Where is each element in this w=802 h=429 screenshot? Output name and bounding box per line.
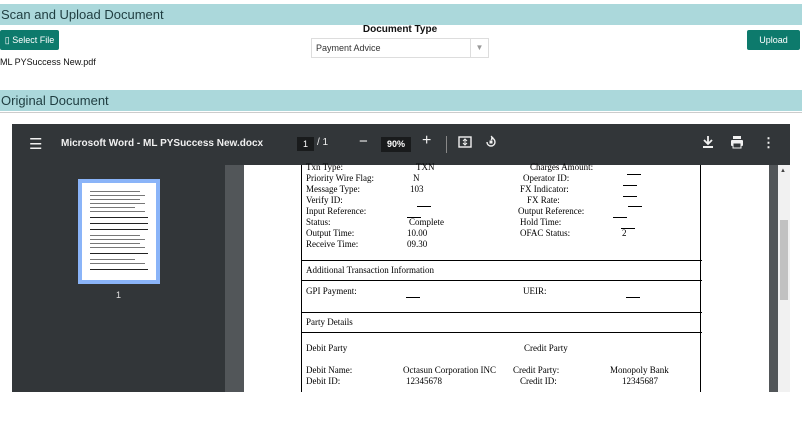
page-number-input[interactable]: 1 bbox=[297, 137, 314, 151]
field-label: Verify ID: bbox=[306, 195, 343, 205]
field-label: Output Reference: bbox=[518, 206, 585, 216]
field-label: FX Indicator: bbox=[520, 184, 569, 194]
field-value: Octasun Corporation INC bbox=[403, 365, 496, 375]
field-value: 2 bbox=[622, 228, 627, 238]
fit-page-icon[interactable] bbox=[458, 135, 472, 152]
field-value: 12345678 bbox=[406, 376, 442, 386]
field-value: 103 bbox=[410, 184, 424, 194]
page-total: / 1 bbox=[317, 137, 329, 148]
field-value: Complete bbox=[409, 217, 444, 227]
zoom-out-icon[interactable]: − bbox=[359, 133, 368, 150]
field-value: N bbox=[413, 173, 420, 183]
field-label: UEIR: bbox=[523, 286, 547, 296]
page-thumbnail[interactable] bbox=[78, 179, 160, 284]
more-options-icon[interactable]: ⋮ bbox=[762, 135, 775, 151]
print-icon[interactable] bbox=[730, 135, 744, 152]
field-value: 10.00 bbox=[407, 228, 428, 238]
select-file-button[interactable]: ▯ Select File bbox=[0, 30, 59, 50]
section-heading: Additional Transaction Information bbox=[306, 265, 434, 275]
thumbnail-page-number: 1 bbox=[116, 290, 122, 300]
thumbnail-sidebar: 1 bbox=[12, 165, 225, 392]
document-content: Txn Type: TXN Charges Amount: Priority W… bbox=[301, 162, 702, 392]
field-label: Receive Time: bbox=[306, 239, 359, 249]
upload-button[interactable]: Upload bbox=[747, 30, 800, 50]
document-type-value: Payment Advice bbox=[316, 43, 381, 53]
pdf-toolbar: ☰ Microsoft Word - ML PYSuccess New.docx… bbox=[12, 124, 790, 165]
field-label: Credit Party: bbox=[513, 365, 560, 375]
field-label: Charges Amount: bbox=[530, 162, 594, 172]
scan-upload-section-title: Scan and Upload Document bbox=[0, 4, 802, 25]
field-label: Input Reference: bbox=[306, 206, 367, 216]
zoom-level-input[interactable]: 90% bbox=[381, 137, 411, 152]
pdf-title: Microsoft Word - ML PYSuccess New.docx bbox=[61, 138, 264, 149]
document-type-label: Document Type bbox=[362, 24, 438, 35]
field-label: Debit ID: bbox=[306, 376, 341, 386]
toolbar-divider bbox=[446, 136, 447, 153]
subheading: Debit Party bbox=[306, 343, 348, 353]
field-label: Priority Wire Flag: bbox=[306, 173, 374, 183]
scrollbar-thumb[interactable] bbox=[780, 220, 788, 300]
field-label: Status: bbox=[306, 217, 331, 227]
menu-icon[interactable]: ☰ bbox=[29, 135, 42, 153]
scroll-up-icon[interactable]: ▲ bbox=[780, 168, 786, 174]
field-label: Credit ID: bbox=[520, 376, 557, 386]
field-value: Monopoly Bank bbox=[610, 365, 669, 375]
field-label: Debit Name: bbox=[306, 365, 353, 375]
zoom-in-icon[interactable]: + bbox=[422, 132, 431, 150]
section-heading: Party Details bbox=[306, 317, 353, 327]
original-document-section-title: Original Document bbox=[0, 90, 802, 111]
rotate-icon[interactable] bbox=[484, 135, 498, 152]
vertical-scrollbar[interactable]: ▲ bbox=[778, 165, 790, 392]
document-type-select[interactable]: Payment Advice ▼ bbox=[311, 38, 489, 58]
selected-filename: ML PYSuccess New.pdf bbox=[0, 57, 96, 67]
field-label: Message Type: bbox=[306, 184, 360, 194]
pdf-viewer[interactable]: ☰ Microsoft Word - ML PYSuccess New.docx… bbox=[12, 124, 790, 392]
subheading: Credit Party bbox=[524, 343, 568, 353]
field-label: Hold Time: bbox=[520, 217, 562, 227]
field-value: TXN bbox=[416, 162, 435, 172]
field-label: OFAC Status: bbox=[520, 228, 571, 238]
field-label: Output Time: bbox=[306, 228, 355, 238]
document-page: Txn Type: TXN Charges Amount: Priority W… bbox=[244, 162, 769, 392]
download-icon[interactable] bbox=[702, 135, 714, 152]
chevron-down-icon[interactable]: ▼ bbox=[470, 39, 488, 57]
field-label: Operator ID: bbox=[523, 173, 570, 183]
field-label: FX Rate: bbox=[527, 195, 560, 205]
field-value: 09.30 bbox=[407, 239, 428, 249]
field-label: GPI Payment: bbox=[306, 286, 357, 296]
field-value: 12345687 bbox=[622, 376, 658, 386]
field-label: Txn Type: bbox=[306, 162, 343, 172]
